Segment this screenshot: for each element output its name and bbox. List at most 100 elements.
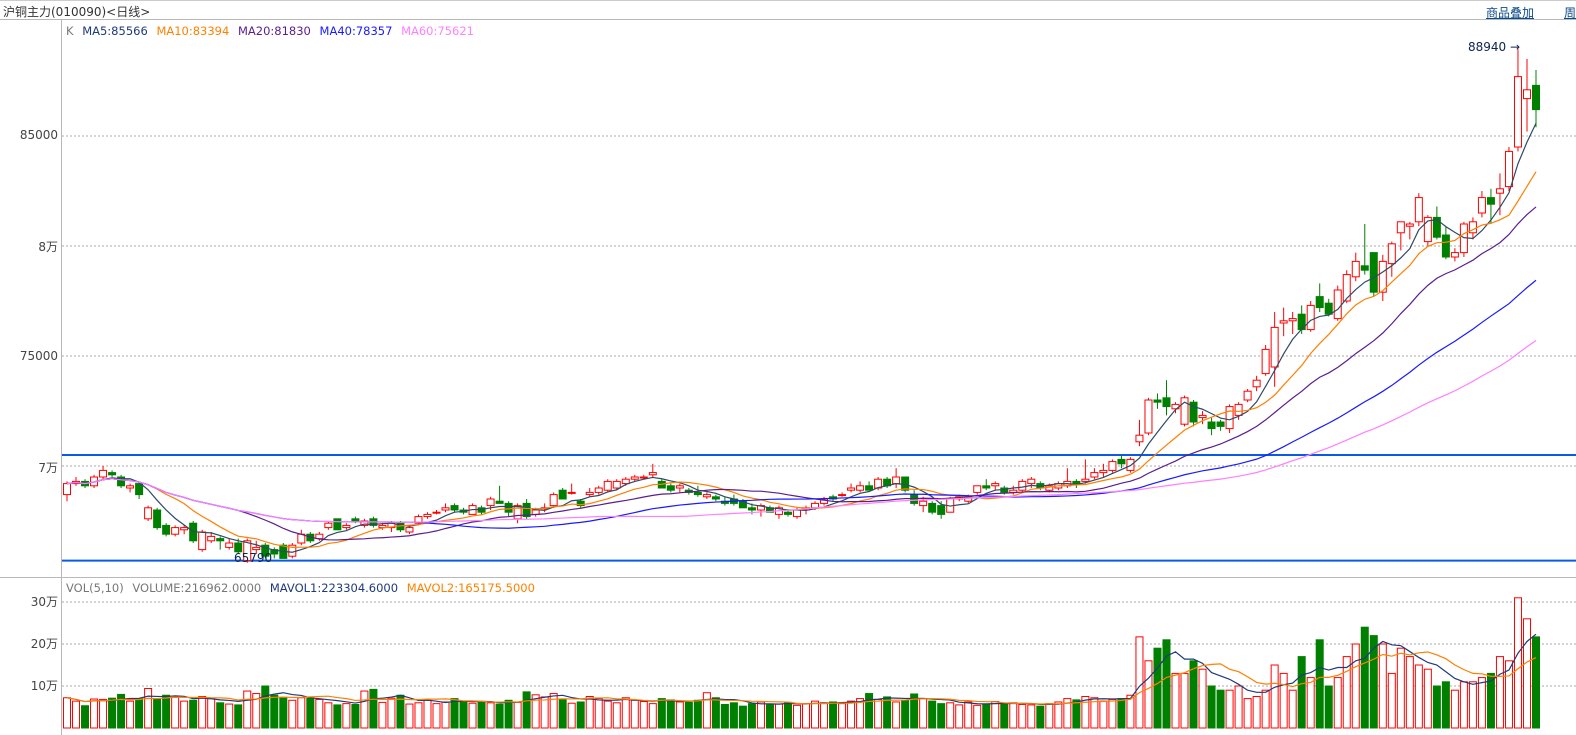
volume-bar-down <box>1153 647 1162 729</box>
candle-up <box>612 480 621 489</box>
volume-bar-down <box>1189 660 1198 729</box>
volume-bar-down <box>477 701 486 729</box>
volume-bar-up <box>702 692 711 729</box>
volume-bar-down <box>1297 656 1306 729</box>
candle-up <box>1333 289 1342 320</box>
volume-bar-down <box>883 696 892 729</box>
ma60-line <box>66 340 1537 523</box>
volume-bar-down <box>189 699 198 729</box>
volume-bar-up <box>639 701 648 729</box>
volume-bar-down <box>153 698 162 729</box>
candle-up <box>621 478 630 485</box>
volume-bar-down <box>504 699 513 729</box>
volume-bar-up <box>847 700 856 729</box>
candle-up <box>1198 414 1207 419</box>
candle-up <box>856 485 865 491</box>
volume-bar-down <box>351 703 360 729</box>
candle-up <box>1279 320 1288 324</box>
ma20-line <box>66 206 1537 541</box>
volume-bar-up <box>946 702 955 729</box>
volume-bar-up <box>1261 689 1270 729</box>
candle-up <box>207 535 216 542</box>
candle-down <box>1162 397 1171 408</box>
candle-up <box>1342 274 1351 302</box>
volume-bar-up <box>820 702 829 729</box>
volume-bar-down <box>1216 689 1225 729</box>
candle-up <box>1270 326 1279 368</box>
candle-down <box>747 507 756 511</box>
volume-bar-up <box>1225 689 1234 729</box>
volume-bar-down <box>216 702 225 729</box>
candle-up <box>675 485 684 489</box>
volume-bar-down <box>1360 626 1369 729</box>
candle-down <box>153 509 162 529</box>
volume-bar-up <box>1414 664 1423 729</box>
candle-down <box>558 489 567 500</box>
volume-bar-up <box>540 696 549 729</box>
volume-bar-up <box>1270 664 1279 729</box>
volume-bar-up <box>811 700 820 729</box>
volume-bar-up <box>1468 681 1477 729</box>
volume-bar-down <box>270 694 279 729</box>
candle-up <box>180 527 189 531</box>
candle-up <box>63 483 71 496</box>
candle-up <box>1387 243 1396 265</box>
volume-bar-down <box>333 704 342 729</box>
candle-up <box>423 513 432 518</box>
volume-bar-down <box>982 703 991 729</box>
volume-bar-up <box>1522 618 1531 729</box>
volume-bar-up <box>792 704 801 729</box>
volume-bar-down <box>1315 639 1324 729</box>
candle-up <box>630 476 639 480</box>
candle-up <box>1351 260 1360 278</box>
candle-down <box>1207 421 1216 430</box>
volume-bar-up <box>324 702 333 729</box>
candle-up <box>792 509 801 518</box>
volume-bar-up <box>1054 701 1063 729</box>
candle-up <box>648 472 657 476</box>
candle-up <box>919 500 928 507</box>
volume-bar-down <box>1441 681 1450 729</box>
candle-up <box>594 487 603 493</box>
high-value: 88940 <box>1468 40 1507 54</box>
candle-down <box>711 496 720 500</box>
volume-bar-up <box>964 701 973 729</box>
volume-bar-up <box>180 700 189 729</box>
volume-bar-down <box>1036 705 1045 729</box>
candle-up <box>99 469 108 478</box>
candle-up <box>702 494 711 498</box>
volume-bar-up <box>1387 672 1396 729</box>
volume-bar-up <box>387 697 396 729</box>
volume-bar-up <box>1405 656 1414 729</box>
candle-up <box>549 494 558 507</box>
volume-bar-up <box>225 703 234 729</box>
candle-up <box>198 531 207 551</box>
candle-down <box>982 485 991 489</box>
candle-down <box>162 524 171 535</box>
candle-up <box>1135 434 1144 443</box>
candlestick-chart[interactable] <box>0 0 1576 735</box>
volume-bar-up <box>1180 672 1189 729</box>
candle-up <box>1081 478 1090 482</box>
volume-bar-up <box>648 703 657 729</box>
candle-down <box>901 476 910 491</box>
volume-bar-up <box>1027 704 1036 729</box>
candle-up <box>1414 197 1423 223</box>
candle-down <box>865 485 874 491</box>
candle-up <box>1018 480 1027 491</box>
volume-bar-up <box>874 698 883 729</box>
volume-bar-down <box>135 698 144 729</box>
volume-bar-down <box>747 703 756 729</box>
volume-bar-down <box>1324 685 1333 729</box>
candle-down <box>1315 296 1324 309</box>
volume-bar-up <box>612 702 621 729</box>
candle-up <box>1504 150 1513 188</box>
volume-bar-up <box>207 698 216 729</box>
volume-bar-up <box>973 704 982 729</box>
volume-bar-up <box>90 698 99 729</box>
volume-bar-up <box>1513 597 1522 729</box>
volume-bar-up <box>1135 636 1144 729</box>
candle-up <box>991 483 1000 487</box>
volume-bar-up <box>1279 672 1288 729</box>
volume-bar-up <box>1450 689 1459 729</box>
